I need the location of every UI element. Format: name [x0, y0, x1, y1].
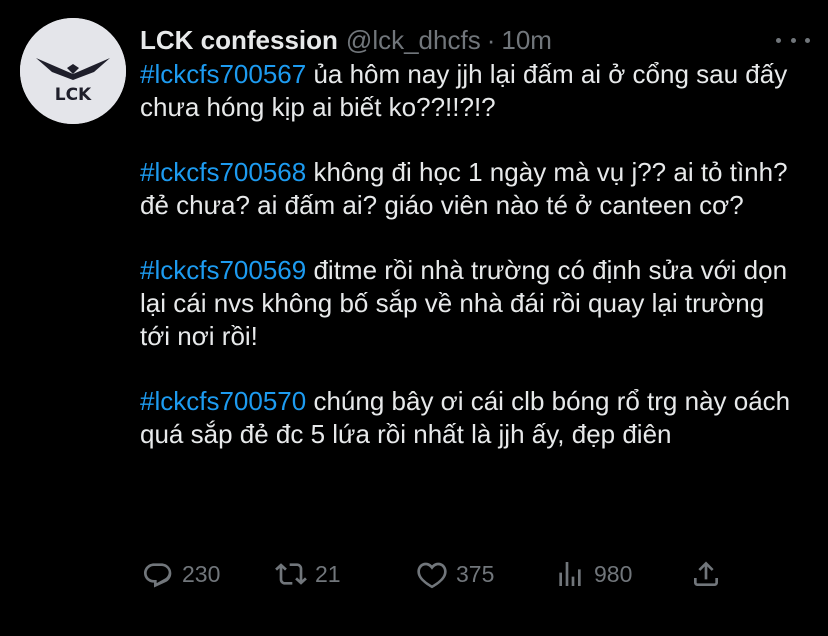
- tweet[interactable]: LCK LCK confession @lck_dhcfs · 10m #lck…: [0, 0, 828, 636]
- reply-button[interactable]: 230: [142, 554, 220, 594]
- views-icon: [559, 562, 581, 586]
- avatar[interactable]: LCK: [20, 18, 126, 124]
- share-button[interactable]: [690, 554, 730, 594]
- action-bar: 230 21 375 980: [140, 554, 740, 594]
- views-button[interactable]: 980: [554, 554, 632, 594]
- avatar-text: LCK: [55, 85, 92, 105]
- more-dot: [776, 37, 781, 43]
- more-dot: [790, 37, 796, 43]
- confession-paragraph: #lckcfs700567 ủa hôm nay jjh lại đấm ai …: [140, 58, 800, 124]
- retweet-count: 21: [315, 560, 341, 587]
- tweet-header: LCK confession @lck_dhcfs · 10m: [140, 22, 768, 58]
- like-count: 375: [456, 560, 495, 587]
- hashtag-link[interactable]: #lckcfs700569: [140, 255, 306, 285]
- confession-paragraph: #lckcfs700569 đitme rồi nhà trường có đị…: [140, 254, 800, 353]
- hashtag-link[interactable]: #lckcfs700570: [140, 386, 306, 416]
- hashtag-link[interactable]: #lckcfs700568: [140, 157, 306, 187]
- tweet-body: #lckcfs700567 ủa hôm nay jjh lại đấm ai …: [140, 58, 800, 451]
- reply-icon: [144, 563, 172, 588]
- more-dot: [805, 37, 810, 43]
- handle[interactable]: @lck_dhcfs: [346, 22, 481, 58]
- hashtag-link[interactable]: #lckcfs700567: [140, 59, 306, 89]
- views-count: 980: [594, 560, 633, 587]
- lck-logo: LCK: [20, 18, 126, 124]
- display-name[interactable]: LCK confession: [140, 22, 338, 58]
- retweet-button[interactable]: 21: [275, 554, 341, 594]
- like-button[interactable]: 375: [416, 554, 494, 594]
- share-icon: [694, 561, 718, 586]
- retweet-icon: [275, 563, 307, 585]
- confession-paragraph: #lckcfs700568 không đi học 1 ngày mà vụ …: [140, 156, 800, 222]
- heart-icon: [417, 562, 447, 589]
- separator: ·: [486, 25, 496, 55]
- more-icon[interactable]: [776, 30, 810, 50]
- reply-count: 230: [182, 560, 221, 587]
- timestamp[interactable]: 10m: [501, 22, 552, 58]
- confession-paragraph: #lckcfs700570 chúng bây ơi cái clb bóng …: [140, 385, 800, 451]
